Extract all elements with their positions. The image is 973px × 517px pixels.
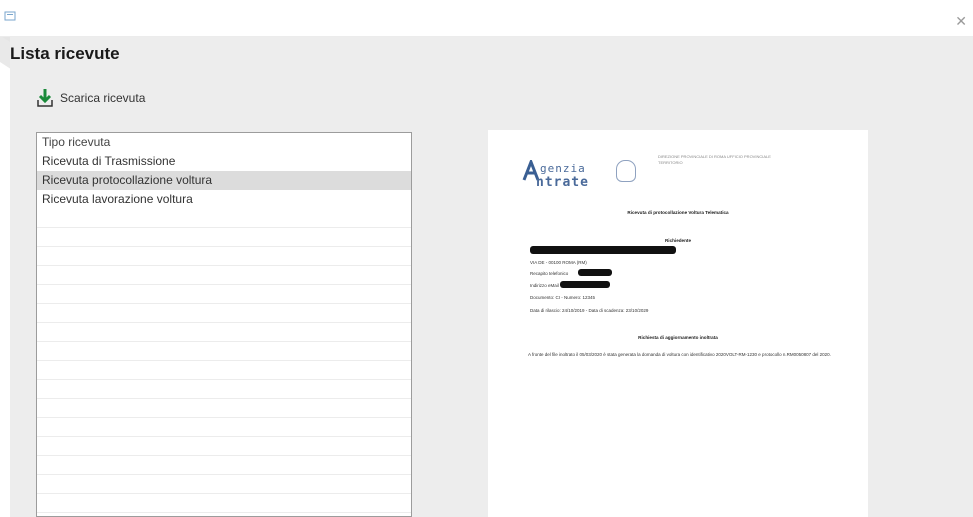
request-heading: Richiesta di aggiornamento inoltrata — [638, 335, 718, 340]
redaction-bar — [560, 281, 610, 288]
address-line: VIA DE - 00100 ROMA (RM) — [530, 260, 587, 265]
window-titlebar: ✕ — [0, 0, 973, 37]
logo-line1: genzia — [540, 162, 586, 175]
applicant-heading: Richiedente — [664, 238, 692, 243]
request-text: A fronte del file inoltrato il 05/03/202… — [528, 352, 831, 357]
republic-emblem — [616, 160, 636, 182]
receipt-preview: genzia ntrate DIREZIONE PROVINCIALE DI R… — [488, 130, 868, 517]
logo-line2: ntrate — [536, 175, 589, 190]
redaction-bar — [578, 269, 612, 276]
document-line: Documento: CI - Numero: 12345 — [530, 295, 596, 300]
list-item[interactable]: Ricevuta di Trasmissione — [37, 152, 411, 171]
list-item[interactable]: Ricevuta lavorazione voltura — [37, 190, 411, 209]
download-receipt-button[interactable]: Scarica ricevuta — [36, 86, 145, 110]
page-title: Lista ricevute — [10, 44, 120, 63]
office-header: DIREZIONE PROVINCIALE DI ROMA UFFICIO PR… — [658, 154, 771, 165]
main-content: Lista ricevute Scarica ricevuta Tipo ric… — [10, 36, 973, 517]
close-icon[interactable]: ✕ — [955, 14, 967, 28]
doc-title: Ricevuta di protocollazione Voltura Tele… — [627, 210, 729, 215]
list-item-selected[interactable]: Ricevuta protocollazione voltura — [37, 171, 411, 190]
receipts-list[interactable]: Tipo ricevuta Ricevuta di Trasmissione R… — [36, 132, 412, 517]
download-receipt-label: Scarica ricevuta — [60, 91, 146, 105]
email-label: Indirizzo eMail — [530, 283, 559, 288]
download-icon — [37, 89, 53, 107]
phone-label: Recapito telefonico — [530, 271, 569, 276]
redaction-bar — [530, 246, 676, 254]
list-header: Tipo ricevuta — [37, 133, 411, 152]
dates-line: Data di rilascio: 24/10/2019 - Data di s… — [530, 308, 649, 313]
app-icon — [4, 11, 16, 21]
